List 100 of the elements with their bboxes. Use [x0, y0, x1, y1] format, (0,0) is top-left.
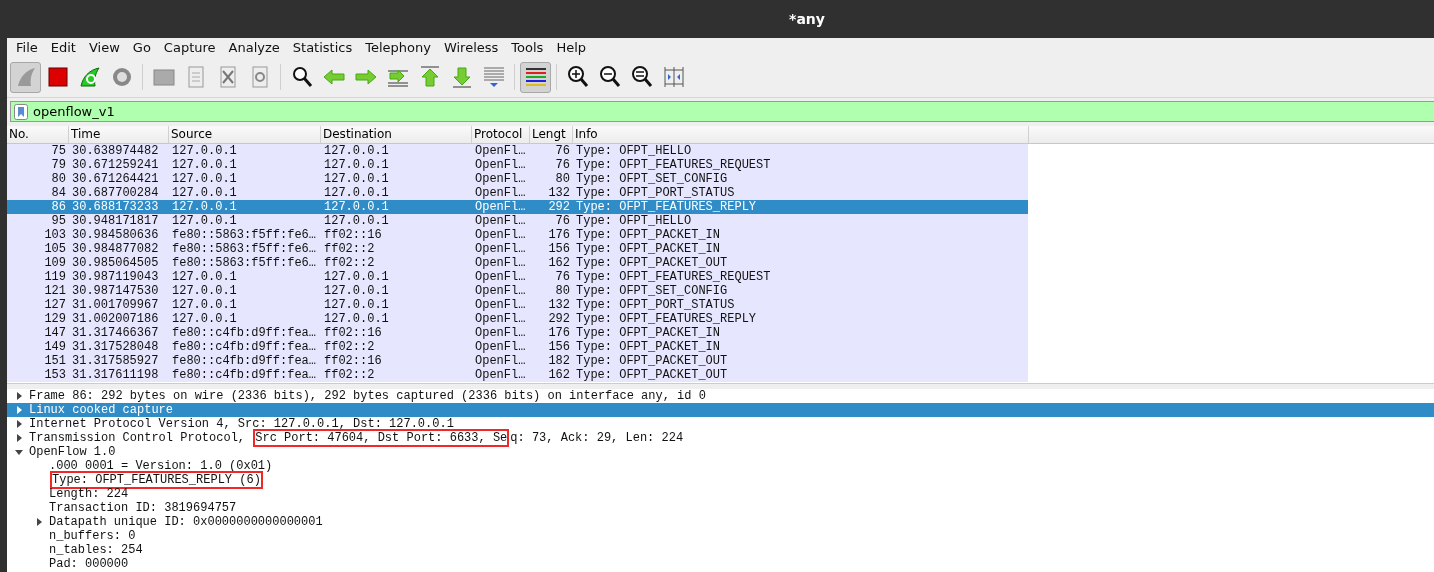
table-cell-text: Type: OFPT_FEATURES_REPLY — [575, 312, 758, 326]
table-cell-text: 176 — [547, 326, 571, 340]
detail-text: Frame 86: 292 bytes on wire (2336 bits), 292 bytes captured (2336 bits) on interface any, id 0 — [29, 389, 706, 403]
table-cell-text: 127.0.0.1 — [171, 214, 238, 228]
table-cell-text: ff02::2 — [323, 340, 376, 354]
table-cell-text: Type: OFPT_PACKET_IN — [575, 242, 722, 256]
table-cell-text: 147 — [43, 326, 67, 340]
menu-item[interactable]: Edit — [43, 40, 82, 55]
table-cell-text: OpenFl… — [474, 284, 527, 298]
table-cell-text: OpenFl… — [474, 158, 527, 172]
highlighted-text: Type: OFPT_FEATURES_REPLY (6) — [50, 471, 263, 489]
table-cell-text: fe80::c4fb:d9ff:fea… — [171, 340, 318, 354]
table-cell-text: 153 — [43, 368, 67, 382]
collapsed-arrow-icon[interactable] — [35, 518, 43, 526]
collapsed-arrow-icon[interactable] — [15, 392, 23, 400]
table-cell-text: 156 — [547, 242, 571, 256]
table-cell-text: 30.987119043 — [71, 270, 160, 284]
table-cell-text: 76 — [554, 214, 571, 228]
column-header[interactable]: Source — [169, 126, 321, 143]
table-cell-text: 132 — [547, 298, 571, 312]
menu-item[interactable]: Capture — [156, 40, 222, 55]
table-cell-text: OpenFl… — [474, 326, 527, 340]
table-cell-text: 30.671264421 — [71, 172, 160, 186]
table-cell-text: 30.984580636 — [71, 228, 160, 242]
table-cell-text: fe80::c4fb:d9ff:fea… — [171, 368, 318, 382]
column-header[interactable]: Time — [69, 126, 169, 143]
bookmark-icon — [13, 103, 28, 120]
table-cell-text: 30.987147530 — [71, 284, 160, 298]
table-cell-text: 127.0.0.1 — [171, 186, 238, 200]
menu-item[interactable]: Telephony — [358, 40, 437, 55]
menu-item[interactable]: File — [9, 40, 44, 55]
detail-text: Pad: 000000 — [49, 557, 129, 571]
column-header[interactable]: Destination — [321, 126, 472, 143]
table-cell-text: 176 — [547, 228, 571, 242]
table-cell-text: Type: OFPT_SET_CONFIG — [575, 284, 729, 298]
menu-item[interactable]: Help — [549, 40, 592, 55]
table-cell-text: 30.985064505 — [71, 256, 160, 270]
table-cell-text: 76 — [554, 270, 571, 284]
table-cell-text: ff02::16 — [323, 228, 383, 242]
menu-item[interactable]: Analyze — [221, 40, 286, 55]
expanded-arrow-icon[interactable] — [15, 448, 23, 456]
table-cell-text: 127.0.0.1 — [323, 270, 390, 284]
display-filter-field[interactable]: openflow_v1 — [30, 101, 1434, 122]
table-cell-text: 127.0.0.1 — [171, 172, 238, 186]
table-cell-text: 127.0.0.1 — [323, 158, 390, 172]
table-cell-text: 127.0.0.1 — [323, 214, 390, 228]
table-cell-text: OpenFl… — [474, 228, 527, 242]
table-cell-text: 86 — [50, 200, 67, 214]
table-cell-text: Type: OFPT_PACKET_OUT — [575, 256, 729, 270]
table-cell-text: 151 — [43, 354, 67, 368]
table-cell-text: Type: OFPT_FEATURES_REQUEST — [575, 158, 772, 172]
table-cell-text: 156 — [547, 340, 571, 354]
menu-item[interactable]: Go — [125, 40, 157, 55]
bookmark-button[interactable] — [10, 101, 30, 122]
column-header[interactable]: Lengt — [530, 126, 573, 143]
table-cell-text: ff02::16 — [323, 354, 383, 368]
table-cell-text: 127.0.0.1 — [323, 172, 390, 186]
table-cell-text: 31.317585927 — [71, 354, 160, 368]
table-cell-text: OpenFl… — [474, 368, 527, 382]
table-cell-text: Type: OFPT_HELLO — [575, 214, 693, 228]
table-cell-text: Type: OFPT_PORT_STATUS — [575, 186, 736, 200]
table-cell-text: 162 — [547, 256, 571, 270]
menu-item[interactable]: Wireless — [436, 40, 505, 55]
menu-item[interactable]: Tools — [504, 40, 550, 55]
table-cell-text: 31.002007186 — [71, 312, 160, 326]
window-title: *any — [789, 11, 825, 27]
restart-icon — [77, 65, 102, 89]
table-cell-text: Type: OFPT_PACKET_IN — [575, 326, 722, 340]
table-cell-text: 292 — [547, 200, 571, 214]
zoom-out-icon — [597, 65, 622, 89]
menu-item[interactable]: View — [81, 40, 126, 55]
table-cell-text: fe80::c4fb:d9ff:fea… — [171, 354, 318, 368]
colored-lines-icon — [523, 65, 548, 89]
auto-scroll-icon — [481, 65, 506, 89]
table-cell-text: 132 — [547, 186, 571, 200]
toolbar-button[interactable] — [520, 61, 551, 93]
collapsed-arrow-icon[interactable] — [15, 434, 23, 442]
column-header[interactable]: No. — [7, 126, 69, 143]
table-cell-text: Type: OFPT_PACKET_OUT — [575, 354, 729, 368]
table-cell-text: OpenFl… — [474, 298, 527, 312]
menu-item[interactable]: Statistics — [285, 40, 359, 55]
table-cell-text: 182 — [547, 354, 571, 368]
column-header[interactable]: Protocol — [472, 126, 530, 143]
zoom-in-icon — [565, 65, 590, 89]
table-cell-text: fe80::c4fb:d9ff:fea… — [171, 326, 318, 340]
table-cell-text: 127.0.0.1 — [323, 144, 390, 158]
table-cell-text: fe80::5863:f5ff:fe6… — [171, 242, 318, 256]
table-cell-text: 149 — [43, 340, 67, 354]
table-cell-text: 30.948171817 — [71, 214, 160, 228]
table-cell-text: OpenFl… — [474, 354, 527, 368]
table-cell-text: 31.317611198 — [71, 368, 160, 382]
table-cell-text: 127.0.0.1 — [323, 186, 390, 200]
table-cell-text: 76 — [554, 144, 571, 158]
column-header[interactable]: Info — [573, 126, 1029, 143]
table-cell-text: OpenFl… — [474, 270, 527, 284]
table-cell-text: 127 — [43, 298, 67, 312]
collapsed-arrow-icon[interactable] — [15, 420, 23, 428]
table-cell-text: 79 — [50, 158, 67, 172]
table-cell-text: OpenFl… — [474, 172, 527, 186]
table-cell-text: Type: OFPT_PORT_STATUS — [575, 298, 736, 312]
